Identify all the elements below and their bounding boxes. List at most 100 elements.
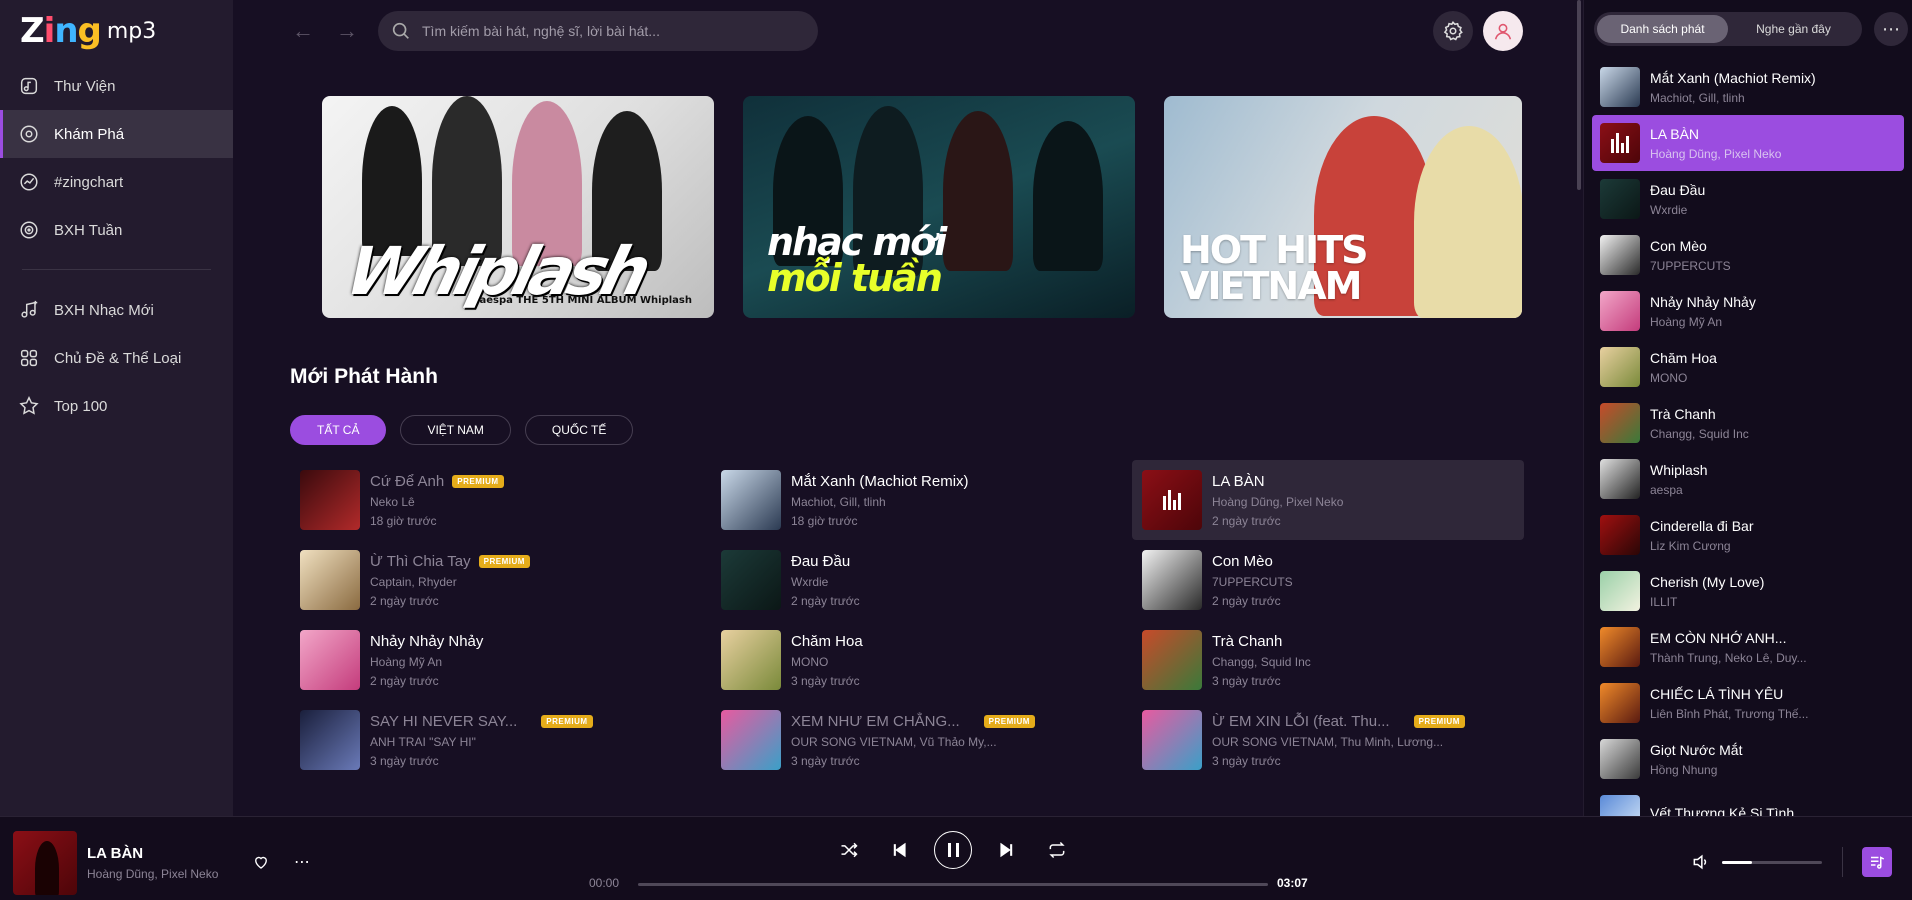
- queue-cover[interactable]: [1600, 235, 1640, 275]
- queue-artist[interactable]: Thành Trung, Neko Lê, Duy...: [1650, 651, 1807, 665]
- more-icon[interactable]: ⋯: [292, 852, 312, 872]
- release-cover[interactable]: [721, 550, 781, 610]
- chip-all[interactable]: TẤT CẢ: [290, 415, 387, 445]
- release-artist[interactable]: 7UPPERCUTS: [1212, 575, 1452, 589]
- sidebar-item-3[interactable]: #zingchart: [0, 158, 233, 206]
- user-avatar[interactable]: [1483, 11, 1523, 51]
- release-cover[interactable]: [300, 470, 360, 530]
- chip-international[interactable]: QUỐC TẾ: [524, 415, 634, 445]
- release-artist[interactable]: Hoàng Dũng, Pixel Neko: [1212, 495, 1452, 509]
- release-title[interactable]: Chăm Hoa: [791, 633, 863, 650]
- queue-item[interactable]: LA BÀN Hoàng Dũng, Pixel Neko: [1592, 115, 1904, 171]
- release-artist[interactable]: OUR SONG VIETNAM, Thu Minh, Lương...: [1212, 735, 1452, 749]
- queue-item[interactable]: Con Mèo 7UPPERCUTS: [1592, 227, 1904, 283]
- queue-cover[interactable]: [1600, 291, 1640, 331]
- now-playing-artist[interactable]: Hoàng Dũng, Pixel Neko: [87, 867, 218, 881]
- sidebar-item-extra-3[interactable]: Top 100: [0, 382, 233, 430]
- chip-vietnam[interactable]: VIỆT NAM: [400, 415, 511, 445]
- release-cover[interactable]: [1142, 710, 1202, 770]
- search-bar[interactable]: [378, 11, 818, 51]
- queue-cover[interactable]: [1600, 67, 1640, 107]
- release-artist[interactable]: Machiot, Gill, tlinh: [791, 495, 1031, 509]
- nhac-moi-banner[interactable]: nhạc mới mỗi tuần: [743, 96, 1135, 318]
- volume-icon[interactable]: [1690, 851, 1712, 873]
- queue-cover[interactable]: [1600, 347, 1640, 387]
- queue-item[interactable]: Whiplash aespa: [1592, 451, 1904, 507]
- release-artist[interactable]: Changg, Squid Inc: [1212, 655, 1452, 669]
- release-item[interactable]: SAY HI NEVER SAY... PREMIUM ANH TRAI "SAY …: [290, 700, 682, 780]
- volume-slider[interactable]: [1722, 861, 1822, 864]
- release-title[interactable]: Mắt Xanh (Machiot Remix): [791, 473, 969, 490]
- release-artist[interactable]: ANH TRAI "SAY HI": [370, 735, 610, 749]
- zing-mp3-logo[interactable]: Zing mp3: [0, 0, 233, 62]
- release-item[interactable]: Trà Chanh Changg, Squid Inc 3 ngày trước: [1132, 620, 1524, 700]
- queue-item[interactable]: EM CÒN NHỚ ANH... Thành Trung, Neko Lê, D…: [1592, 619, 1904, 675]
- queue-cover[interactable]: [1600, 403, 1640, 443]
- queue-artist[interactable]: Hồng Nhung: [1650, 763, 1742, 777]
- repeat-icon[interactable]: [1046, 839, 1068, 861]
- release-title[interactable]: Cứ Để Anh: [370, 473, 444, 490]
- progress-bar[interactable]: [638, 883, 1268, 886]
- release-artist[interactable]: Captain, Rhyder: [370, 575, 610, 589]
- queue-cover[interactable]: [1600, 739, 1640, 779]
- queue-cover[interactable]: [1600, 459, 1640, 499]
- next-icon[interactable]: [996, 839, 1018, 861]
- release-title[interactable]: LA BÀN: [1212, 473, 1265, 490]
- queue-item[interactable]: CHIẾC LÁ TÌNH YÊU Liên Bỉnh Phát, Trương …: [1592, 675, 1904, 731]
- release-title[interactable]: Ừ EM XIN LỖI (feat. Thu...: [1212, 713, 1390, 730]
- release-cover[interactable]: [1142, 630, 1202, 690]
- queue-artist[interactable]: Changg, Squid Inc: [1650, 427, 1749, 441]
- queue-artist[interactable]: 7UPPERCUTS: [1650, 259, 1731, 273]
- release-cover[interactable]: [300, 550, 360, 610]
- main-scrollbar[interactable]: [1577, 0, 1581, 190]
- queue-cover[interactable]: [1600, 515, 1640, 555]
- queue-item[interactable]: Nhảy Nhảy Nhảy Hoàng Mỹ An: [1592, 283, 1904, 339]
- pause-button[interactable]: [934, 831, 972, 869]
- queue-artist[interactable]: ILLIT: [1650, 595, 1764, 609]
- heart-icon[interactable]: [251, 852, 271, 872]
- queue-item[interactable]: Giọt Nước Mắt Hồng Nhung: [1592, 731, 1904, 787]
- sidebar-item-extra-2[interactable]: Chủ Đề & Thể Loại: [0, 334, 233, 382]
- release-item[interactable]: Chăm Hoa MONO 3 ngày trước: [711, 620, 1103, 700]
- release-item[interactable]: LA BÀN Hoàng Dũng, Pixel Neko 2 ngày trước: [1132, 460, 1524, 540]
- release-item[interactable]: Con Mèo 7UPPERCUTS 2 ngày trước: [1132, 540, 1524, 620]
- release-item[interactable]: Ừ EM XIN LỖI (feat. Thu... PREMIUM OUR SON…: [1132, 700, 1524, 780]
- release-item[interactable]: Nhảy Nhảy Nhảy Hoàng Mỹ An 2 ngày trước: [290, 620, 682, 700]
- release-title[interactable]: Đau Đầu: [791, 553, 850, 570]
- queue-cover[interactable]: [1600, 123, 1640, 163]
- release-artist[interactable]: Neko Lê: [370, 495, 610, 509]
- release-item[interactable]: Mắt Xanh (Machiot Remix) Machiot, Gill, t…: [711, 460, 1103, 540]
- release-title[interactable]: Con Mèo: [1212, 553, 1273, 570]
- queue-cover[interactable]: [1600, 571, 1640, 611]
- release-item[interactable]: Ừ Thì Chia Tay PREMIUM Captain, Rhyder 2 ng…: [290, 540, 682, 620]
- queue-item[interactable]: Mắt Xanh (Machiot Remix) Machiot, Gill, t…: [1592, 59, 1904, 115]
- release-cover[interactable]: [1142, 550, 1202, 610]
- queue-item[interactable]: Đau Đầu Wxrdie: [1592, 171, 1904, 227]
- hot-hits-banner[interactable]: HOT HITS VIETNAM: [1164, 96, 1522, 318]
- now-playing-title[interactable]: LA BÀN: [87, 845, 143, 862]
- release-artist[interactable]: MONO: [791, 655, 1031, 669]
- release-cover[interactable]: [1142, 470, 1202, 530]
- release-title[interactable]: XEM NHƯ EM CHẲNG...: [791, 713, 960, 730]
- queue-artist[interactable]: Machiot, Gill, tlinh: [1650, 91, 1816, 105]
- tab-recent[interactable]: Nghe gần đây: [1728, 15, 1859, 43]
- back-arrow-icon[interactable]: ←: [288, 16, 318, 46]
- queue-artist[interactable]: Hoàng Mỹ An: [1650, 315, 1756, 329]
- queue-item[interactable]: Cinderella đi Bar Liz Kim Cương: [1592, 507, 1904, 563]
- queue-artist[interactable]: aespa: [1650, 483, 1708, 497]
- forward-arrow-icon[interactable]: →: [332, 16, 362, 46]
- release-artist[interactable]: Wxrdie: [791, 575, 1031, 589]
- search-input[interactable]: [422, 23, 802, 39]
- release-item[interactable]: XEM NHƯ EM CHẲNG... PREMIUM OUR SONG VIETN…: [711, 700, 1103, 780]
- release-cover[interactable]: [721, 710, 781, 770]
- release-title[interactable]: Trà Chanh: [1212, 633, 1282, 650]
- queue-artist[interactable]: Liên Bỉnh Phát, Trương Thế...: [1650, 707, 1808, 721]
- whiplash-banner[interactable]: Whiplash aespa THE 5TH MINI ALBUM Whipla…: [322, 96, 714, 318]
- release-item[interactable]: Cứ Để Anh PREMIUM Neko Lê 18 giờ trước: [290, 460, 682, 540]
- settings-button[interactable]: [1433, 11, 1473, 51]
- sidebar-item-1[interactable]: Thư Viện: [0, 62, 233, 110]
- queue-cover[interactable]: [1600, 627, 1640, 667]
- release-artist[interactable]: Hoàng Mỹ An: [370, 655, 610, 669]
- release-item[interactable]: Đau Đầu Wxrdie 2 ngày trước: [711, 540, 1103, 620]
- release-title[interactable]: Nhảy Nhảy Nhảy: [370, 633, 483, 650]
